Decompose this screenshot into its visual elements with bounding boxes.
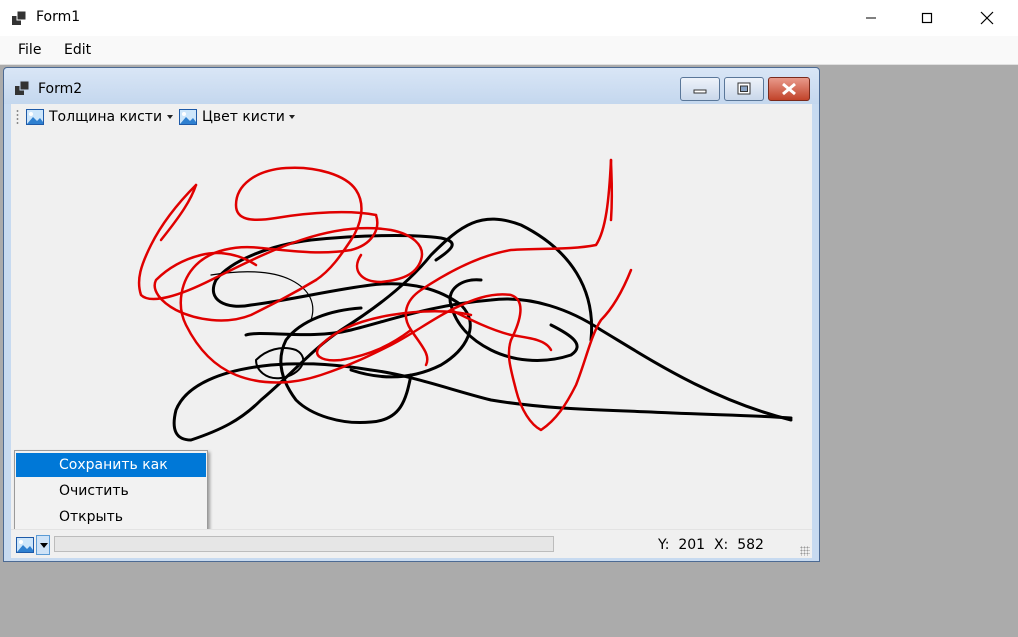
black-stroke bbox=[369, 368, 793, 420]
menu-item-clear[interactable]: Очистить bbox=[16, 479, 206, 503]
menu-item-save-as[interactable]: Сохранить как bbox=[16, 453, 206, 477]
y-label: Y: bbox=[658, 537, 670, 553]
app-icon bbox=[15, 80, 30, 95]
x-label: X: bbox=[713, 537, 729, 553]
dropdown-arrow-icon[interactable] bbox=[36, 535, 50, 555]
dropdown-arrow-icon[interactable] bbox=[289, 115, 295, 119]
form2-minimize-button[interactable] bbox=[680, 77, 720, 101]
x-value: 582 bbox=[737, 537, 764, 553]
black-stroke bbox=[212, 234, 472, 379]
menu-item-label: Сохранить как bbox=[59, 457, 168, 473]
maximize-icon bbox=[737, 82, 751, 95]
toolbar-grip[interactable] bbox=[16, 109, 19, 125]
maximize-icon bbox=[921, 12, 933, 24]
size-grip-icon[interactable] bbox=[800, 546, 810, 556]
image-icon bbox=[16, 537, 34, 553]
black-stroke bbox=[210, 271, 314, 321]
form2-maximize-button[interactable] bbox=[724, 77, 764, 101]
window-title: Form1 bbox=[36, 9, 81, 25]
minimize-icon bbox=[866, 17, 876, 19]
dropdown-arrow-icon[interactable] bbox=[167, 115, 173, 119]
cursor-coordinates: Y: 201 X: 582 bbox=[658, 537, 764, 553]
minimize-icon bbox=[693, 89, 707, 94]
brush-width-dropdown[interactable]: Толщина кисти bbox=[26, 107, 162, 127]
brush-width-label: Толщина кисти bbox=[49, 109, 163, 125]
black-stroke bbox=[172, 217, 594, 442]
menu-file[interactable]: File bbox=[18, 42, 41, 58]
image-icon bbox=[26, 109, 44, 125]
brush-color-dropdown[interactable]: Цвет кисти bbox=[179, 107, 285, 127]
close-icon bbox=[782, 82, 796, 96]
form1-titlebar: Form1 bbox=[0, 0, 1018, 36]
menu-item-label: Открыть bbox=[59, 509, 123, 525]
status-dropdown-button[interactable] bbox=[14, 535, 52, 555]
red-stroke bbox=[159, 183, 198, 242]
app-icon bbox=[12, 10, 27, 25]
maximize-button[interactable] bbox=[904, 0, 950, 36]
minimize-button[interactable] bbox=[848, 0, 894, 36]
red-stroke bbox=[137, 183, 424, 301]
menu-edit[interactable]: Edit bbox=[64, 42, 91, 58]
status-bar: Y: 201 X: 582 bbox=[11, 529, 812, 558]
brush-color-label: Цвет кисти bbox=[202, 109, 285, 125]
form2-titlebar[interactable]: Form2 bbox=[4, 68, 819, 104]
y-value: 201 bbox=[678, 537, 706, 553]
form2-window: Form2 Толщина кисти Цвет кисти Сохранить… bbox=[3, 67, 820, 562]
menu-bar: File Edit bbox=[0, 36, 1018, 65]
image-icon bbox=[179, 109, 197, 125]
close-icon bbox=[980, 11, 994, 25]
red-stroke bbox=[234, 166, 378, 282]
menu-item-open[interactable]: Открыть bbox=[16, 505, 206, 529]
close-button[interactable] bbox=[964, 0, 1010, 36]
menu-item-label: Очистить bbox=[59, 483, 129, 499]
progress-bar bbox=[54, 536, 554, 552]
form2-title: Form2 bbox=[38, 81, 83, 97]
toolbar: Толщина кисти Цвет кисти bbox=[11, 104, 812, 130]
context-menu: Сохранить как Очистить Открыть bbox=[14, 450, 208, 534]
form2-client-area: Толщина кисти Цвет кисти Сохранить как О… bbox=[11, 104, 812, 558]
form2-close-button[interactable] bbox=[768, 77, 810, 101]
